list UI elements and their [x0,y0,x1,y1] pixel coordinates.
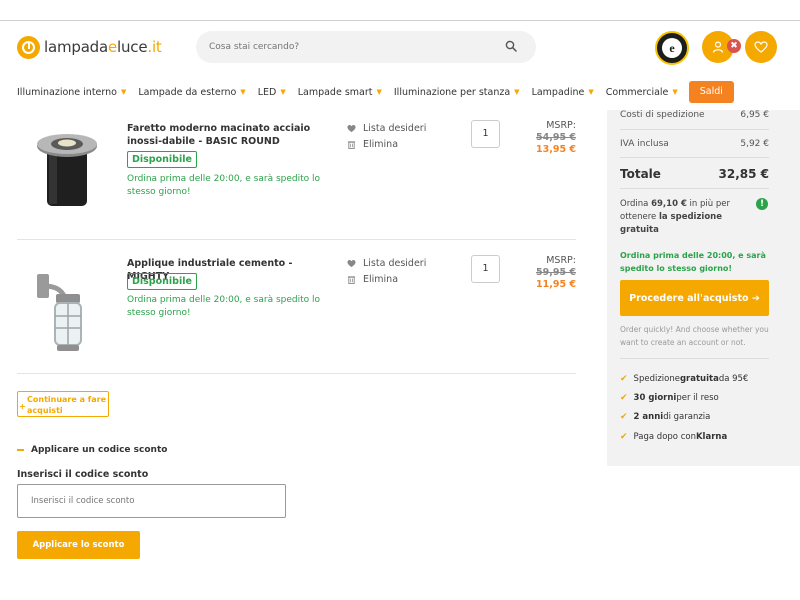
trusted-shops-badge[interactable]: e [655,31,689,65]
chevron-down-icon: ▼ [514,88,520,96]
order-summary: Costi di spedizione 6,95 € IVA inclusa 5… [607,110,800,466]
info-icon[interactable]: ! [756,198,768,210]
quantity-input[interactable]: 1 [471,120,500,148]
continue-shopping-button[interactable]: + Continuare a fare acquisti [17,391,109,417]
nav-item-commerciale[interactable]: Commerciale ▼ [606,87,678,98]
product-name[interactable]: Faretto moderno macinato acciaio inossi-… [127,122,332,148]
minus-icon [17,449,24,451]
benefit-free-shipping: ✔ Spedizione gratuita da 95€ [620,374,749,384]
checkout-button[interactable]: Procedere all'acquisto ➔ [620,280,769,316]
chevron-down-icon: ▼ [376,88,382,96]
nav-item-illuminazione-interno[interactable]: Illuminazione interno ▼ [17,87,126,98]
heart-icon [347,259,356,268]
sale-price: 11,95 € [536,279,576,290]
search-input[interactable] [209,31,489,63]
coupon-toggle-label: Applicare un codice sconto [31,445,168,455]
availability-badge: Disponibile [127,151,197,168]
chevron-down-icon: ▼ [280,88,286,96]
plus-icon: + [19,402,26,411]
coupon-input[interactable] [17,484,286,518]
msrp-price: 59,95 € [536,267,576,278]
cart-item: Applique industriale cemento - MIGHTY Di… [17,240,576,374]
trash-icon [347,276,356,284]
nav-item-led[interactable]: LED ▼ [258,87,286,98]
price-block: MSRP: 54,95 € 13,95 € [536,120,576,156]
delete-link[interactable]: Elimina [347,274,398,285]
wishlist-button[interactable] [745,31,777,63]
sale-price: 13,95 € [536,144,576,155]
msrp-price: 54,95 € [536,132,576,143]
shipping-label: Costi di spedizione [620,110,705,120]
benefit-klarna: ✔ Paga dopo con Klarna [620,432,728,442]
shipping-note: Ordina prima delle 20:00, e sarà spedito… [620,251,766,273]
divider [620,358,769,359]
benefit-returns: ✔ 30 giorni per il reso [620,393,719,403]
chevron-down-icon: ▼ [672,88,678,96]
site-logo[interactable]: lampadaeluce.it [17,35,162,59]
shipping-note: Ordina prima delle 20:00, e sarà spedito… [127,174,321,197]
trust-seal-letter: e [662,38,682,58]
site-header: lampadaeluce.it e ✖ Illuminazione intern… [0,21,800,110]
checkout-note: Order quickly! And choose whether you wa… [620,325,769,347]
heart-icon [754,41,768,53]
divider [620,188,769,189]
wishlist-link[interactable]: Lista desideri [347,258,426,269]
wishlist-link[interactable]: Lista desideri [347,123,426,134]
chevron-down-icon: ▼ [588,88,594,96]
coupon-toggle[interactable]: Applicare un codice sconto [17,445,167,455]
nav-item-saldi[interactable]: Saldi [688,81,734,103]
msrp-label: MSRP: [546,255,576,266]
close-icon[interactable]: ✖ [727,39,741,53]
availability-badge: Disponibile [127,273,197,290]
continue-shopping-label: Continuare a fare acquisti [27,395,107,415]
search-icon[interactable] [505,40,517,52]
check-icon: ✔ [620,374,628,384]
nav-item-illuminazione-stanza[interactable]: Illuminazione per stanza ▼ [394,87,520,98]
vat-label: IVA inclusa [620,139,669,149]
check-icon: ✔ [620,393,628,403]
divider [620,157,769,158]
msrp-label: MSRP: [546,120,576,131]
check-icon: ✔ [620,432,628,442]
divider [620,129,769,130]
vat-row: IVA inclusa 5,92 € [620,139,769,149]
nav-item-lampadine[interactable]: Lampadine ▼ [532,87,594,98]
free-shipping-notice: Ordina 69,10 € in più per ottenere la sp… [620,199,730,235]
check-icon: ✔ [620,412,628,422]
logo-text: lampadaeluce.it [44,38,162,56]
total-row: Totale 32,85 € [620,167,769,181]
nav-item-lampade-smart[interactable]: Lampade smart ▼ [298,87,382,98]
coupon-field-label: Inserisci il codice sconto [17,469,149,480]
delete-link[interactable]: Elimina [347,139,398,150]
total-label: Totale [620,167,661,181]
search-bar [196,31,536,63]
chevron-down-icon: ▼ [240,88,246,96]
heart-icon [347,124,356,133]
price-block: MSRP: 59,95 € 11,95 € [536,255,576,291]
quantity-input[interactable]: 1 [471,255,500,283]
chevron-down-icon: ▼ [120,88,127,96]
nav-item-lampade-esterno[interactable]: Lampade da esterno ▼ [138,87,245,98]
vat-value: 5,92 € [740,139,769,149]
cart-item: Faretto moderno macinato acciaio inossi-… [17,110,576,240]
shipping-row: Costi di spedizione 6,95 € [620,110,769,120]
main-nav: Illuminazione interno ▼ Lampade da estern… [17,81,734,103]
shipping-value: 6,95 € [740,110,769,120]
product-image[interactable] [31,122,103,222]
benefit-warranty: ✔ 2 anni di garanzia [620,412,711,422]
shipping-note: Ordina prima delle 20:00, e sarà spedito… [127,295,321,318]
total-value: 32,85 € [718,167,769,181]
power-icon [17,35,40,59]
user-icon [712,41,724,53]
apply-coupon-button[interactable]: Applicare lo sconto [17,531,140,559]
product-image[interactable] [31,266,103,366]
trash-icon [347,141,356,149]
